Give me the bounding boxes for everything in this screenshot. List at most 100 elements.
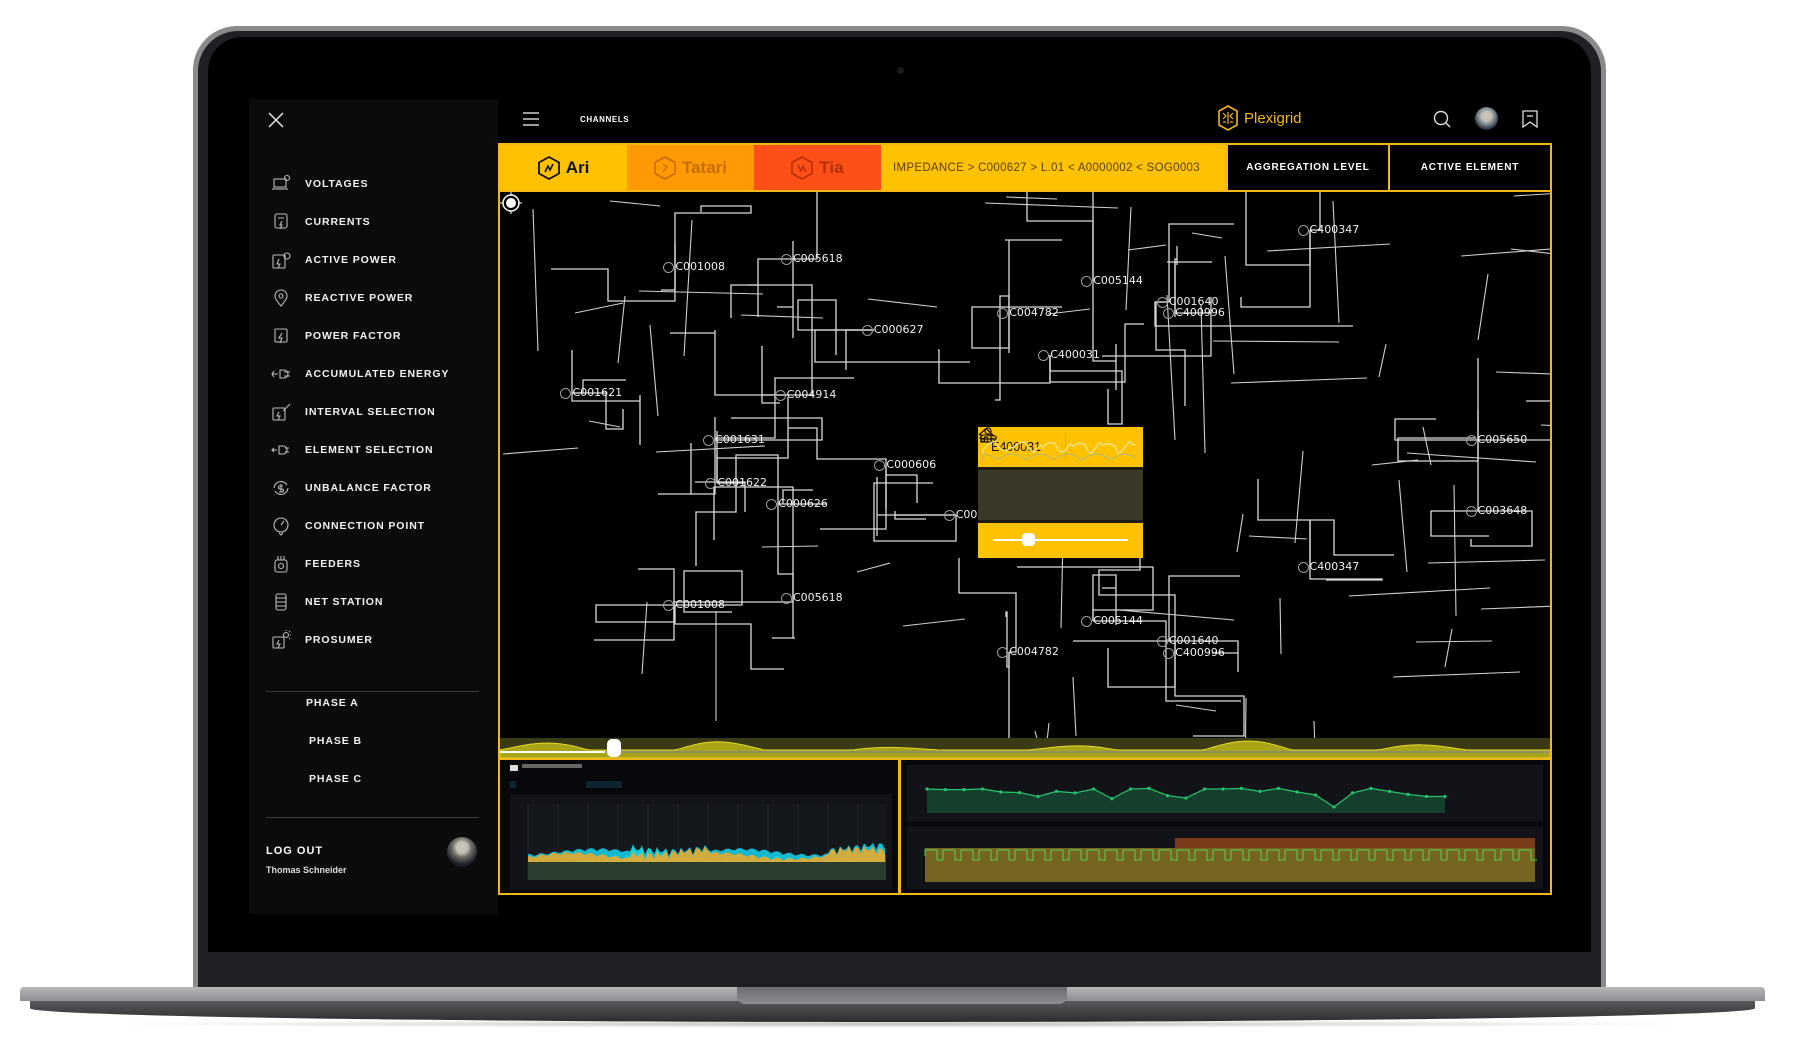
map-node-label[interactable]: C000606 <box>886 458 936 471</box>
filter-chip[interactable] <box>586 781 622 788</box>
agent-tab-strip: Ari Tatari Tia IMPEDANCE > C000627 > L.0… <box>498 143 1552 192</box>
map-node-marker[interactable] <box>1297 224 1309 236</box>
sidebar-item-voltages[interactable]: VOLTAGES <box>271 165 481 203</box>
location-pin-icon <box>271 288 291 308</box>
top-series-point <box>943 788 948 792</box>
map-node-label[interactable]: C003648 <box>1478 504 1528 517</box>
tab-ari[interactable]: Ari <box>500 145 627 190</box>
top-series-point <box>1091 787 1096 791</box>
map-node-label[interactable]: C004782 <box>1009 306 1059 319</box>
brand-logo: Plexigrid <box>1218 105 1302 131</box>
network-line <box>551 267 676 302</box>
popup-slider-thumb[interactable] <box>1022 533 1036 546</box>
popup-slider-track[interactable] <box>993 539 1128 541</box>
aggregation-level-button[interactable]: AGGREGATION LEVEL <box>1226 145 1388 190</box>
map-node-marker[interactable] <box>1297 562 1309 574</box>
network-line <box>1200 304 1206 454</box>
user-avatar[interactable] <box>447 837 477 867</box>
map-node-marker[interactable] <box>1156 296 1168 308</box>
tab-ari-label: Ari <box>565 157 590 177</box>
active-element-button[interactable]: ACTIVE ELEMENT <box>1388 145 1550 190</box>
map-node-label[interactable]: C000627 <box>874 323 924 336</box>
sidebar-divider <box>266 691 479 692</box>
network-line <box>574 302 624 314</box>
timeline-strip[interactable] <box>498 738 1552 758</box>
top-series-point <box>1406 792 1410 796</box>
network-line <box>1093 620 1241 702</box>
profile-avatar[interactable] <box>1475 107 1498 130</box>
selected-element-pin-icon[interactable] <box>500 192 522 214</box>
network-line <box>609 200 661 207</box>
network-line <box>1005 239 1062 353</box>
phase-item-b[interactable]: PHASE B <box>309 735 362 773</box>
map-node-label[interactable]: C001008 <box>675 598 725 611</box>
phase-item-c[interactable]: PHASE C <box>309 773 362 811</box>
camera-icon <box>896 67 904 74</box>
network-line <box>1540 424 1550 426</box>
sidebar-item-feeders[interactable]: FEEDERS <box>271 545 481 583</box>
bookmark-icon[interactable] <box>1522 109 1538 128</box>
map-node-label[interactable]: C400996 <box>1175 306 1225 319</box>
sidebar-item-power-factor[interactable]: POWER FACTOR <box>271 317 481 355</box>
map-node-label[interactable]: C001008 <box>675 260 725 273</box>
map-node-label[interactable]: C001631 <box>715 433 765 446</box>
map-node-label[interactable]: C001621 <box>572 386 622 399</box>
map-node-marker[interactable] <box>1465 434 1477 446</box>
tab-tatari[interactable]: Tatari <box>627 145 754 190</box>
map-node-marker[interactable] <box>780 592 792 604</box>
sidebar-item-net-station[interactable]: NET STATION <box>271 583 481 621</box>
plug-arrows-icon <box>271 364 291 384</box>
sidebar-item-accumulated-energy[interactable]: ACCUMULATED ENERGY <box>271 355 481 393</box>
grid-map[interactable]: C001008 C005618 C000627 C004782 C005144 C0016… <box>498 192 1552 738</box>
network-line <box>1127 244 1167 251</box>
map-node-label[interactable]: C400347 <box>1310 560 1360 573</box>
sidebar-item-active-power[interactable]: ACTIVE POWER <box>271 241 481 279</box>
sidebar-item-currents[interactable]: CURRENTS <box>271 203 481 241</box>
sidebar: VOLTAGES CURRENTS ACTIVE POWER REACTIVE POW… <box>249 99 498 914</box>
map-node-marker[interactable] <box>943 509 955 521</box>
sidebar-item-element-selection[interactable]: ELEMENT SELECTION <box>271 431 481 469</box>
sidebar-item-label: ACTIVE POWER <box>305 254 397 266</box>
network-line <box>1453 484 1457 617</box>
map-node-label[interactable]: C400347 <box>1310 223 1360 236</box>
close-icon[interactable] <box>267 111 285 129</box>
map-node-label[interactable]: C005650 <box>1478 433 1528 446</box>
map-node-marker[interactable] <box>861 325 873 337</box>
channels-link[interactable]: CHANNELS <box>580 115 629 124</box>
map-node-marker[interactable] <box>774 389 786 401</box>
sidebar-item-unbalance-factor[interactable]: UNBALANCE FACTOR <box>271 469 481 507</box>
map-node-label[interactable]: C004914 <box>787 388 837 401</box>
tab-tia[interactable]: Tia <box>754 145 881 190</box>
filter-chip[interactable] <box>510 781 516 788</box>
logout-button[interactable]: LOG OUT <box>266 845 323 857</box>
network-line <box>1017 566 1154 621</box>
panel-checkbox[interactable] <box>510 765 518 771</box>
app-screen: VOLTAGES CURRENTS ACTIVE POWER REACTIVE POW… <box>249 99 1552 914</box>
search-icon[interactable] <box>1433 110 1451 128</box>
network-line <box>1236 513 1244 553</box>
map-node-label[interactable]: C005618 <box>793 252 843 265</box>
map-node-label[interactable]: C005144 <box>1093 614 1143 627</box>
network-line <box>674 205 752 267</box>
network-line <box>641 601 648 675</box>
timeline-handle[interactable] <box>607 739 621 757</box>
breadcrumb[interactable]: IMPEDANCE > C000627 > L.01 < A0000002 < … <box>881 145 1226 190</box>
sidebar-item-prosumer[interactable]: PROSUMER <box>271 621 481 659</box>
map-node-label[interactable]: C004782 <box>1009 645 1059 658</box>
hamburger-menu-icon[interactable] <box>523 112 539 126</box>
top-series-point <box>1313 793 1318 797</box>
map-node-label[interactable]: C005144 <box>1093 274 1143 287</box>
sidebar-item-interval-selection[interactable]: INTERVAL SELECTION <box>271 393 481 431</box>
map-node-label[interactable]: C400031 <box>1050 348 1100 361</box>
map-node-label[interactable]: C005618 <box>793 591 843 604</box>
map-node-label[interactable]: C000626 <box>778 497 828 510</box>
map-node-label[interactable]: C001622 <box>717 476 767 489</box>
sidebar-item-connection-point[interactable]: CONNECTION POINT <box>271 507 481 545</box>
map-node-marker[interactable] <box>766 498 778 510</box>
network-line <box>1191 232 1223 239</box>
phase-item-a[interactable]: PHASE A <box>306 697 362 735</box>
top-series-point <box>1424 794 1429 799</box>
map-node-marker[interactable] <box>1465 506 1477 518</box>
map-node-label[interactable]: C400996 <box>1175 646 1225 659</box>
sidebar-item-reactive-power[interactable]: REACTIVE POWER <box>271 279 481 317</box>
